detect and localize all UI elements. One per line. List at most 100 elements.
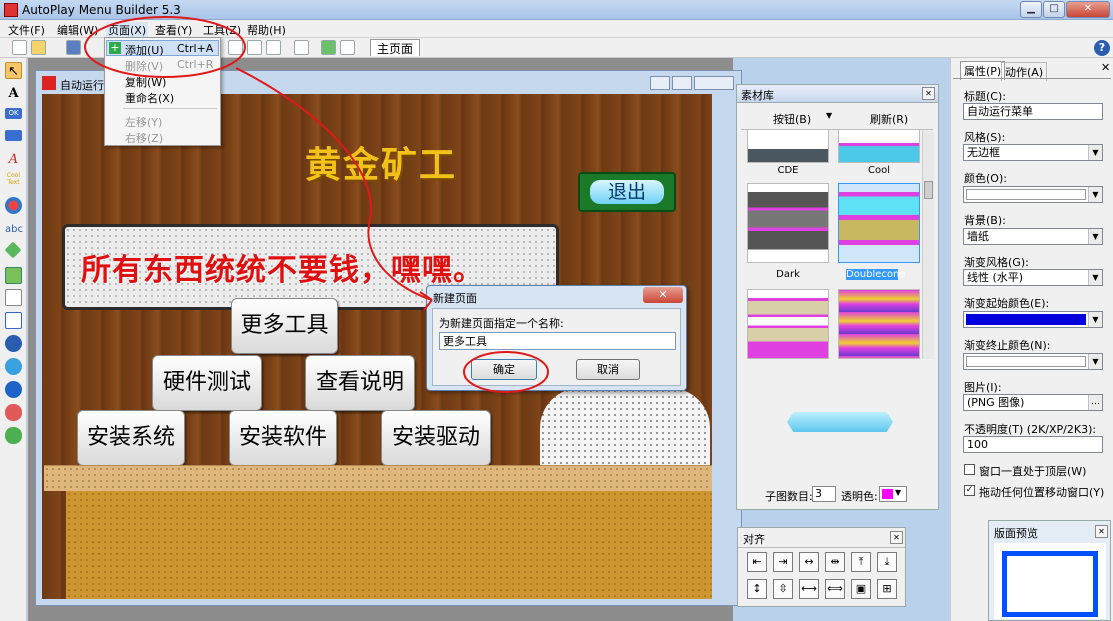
menu-page[interactable]: 页面(X) [106,22,149,38]
same-width-icon[interactable]: ⟷ [799,579,819,599]
menu-help[interactable]: 帮助(H) [247,22,286,38]
edit-icon[interactable] [294,40,309,55]
layout-preview-close-icon[interactable]: ✕ [1095,525,1108,538]
tab-main-page[interactable]: 主页面 [370,39,421,56]
material-thumb-doublecone[interactable] [838,183,920,263]
chevron-down-icon[interactable]: ▼ [1088,145,1102,160]
color-picker[interactable]: ▼ [963,186,1103,203]
transparent-color-picker[interactable]: ▼ [879,486,907,502]
cool-text-tool-icon[interactable]: Cool Text [5,172,22,189]
align-center-h-icon[interactable]: ↔ [799,552,819,572]
drag-move-checkbox[interactable]: ✓ [964,485,975,496]
stage-button-install-drivers[interactable]: 安装驱动 [381,410,491,466]
material-thumb-dark[interactable] [747,183,829,263]
layout-preview-canvas[interactable] [994,543,1106,619]
dialog-close-button[interactable]: ✕ [643,287,683,303]
center-page-icon[interactable]: ⊞ [877,579,897,599]
gradient-end-picker[interactable]: ▼ [963,353,1103,370]
stage-title[interactable]: 黄金矿工 [305,136,457,188]
link-tool-icon[interactable] [5,335,22,352]
chevron-down-icon[interactable]: ▼ [1088,354,1102,369]
miner-character[interactable] [540,388,710,466]
stage-table[interactable] [66,491,712,599]
chevron-down-icon[interactable]: ▼ [1088,270,1102,285]
stage-button-more-tools[interactable]: 更多工具 [231,298,338,354]
paste-icon[interactable] [266,40,281,55]
image-field[interactable]: (PNG 图像)… [963,394,1103,411]
text-tool-icon[interactable]: A [5,85,22,102]
dialog-cancel-button[interactable]: 取消 [576,359,640,380]
page-minimize-button[interactable] [650,76,670,90]
menu-edit[interactable]: 编辑(W) [57,22,98,38]
icon-tool-icon[interactable] [4,241,22,259]
abc-tool-icon[interactable]: abc [5,221,23,238]
align-space-v-icon[interactable]: ⇳ [773,579,793,599]
stage-button-view-readme[interactable]: 查看说明 [305,355,415,411]
menu-item-add[interactable]: 添加(U) [125,42,164,58]
media-tool-icon[interactable] [5,381,22,398]
align-left-icon[interactable]: ⇤ [747,552,767,572]
chat-tool-icon[interactable] [5,404,22,421]
menu-item-move-left[interactable]: 左移(Y) [125,114,162,130]
scroll-thumb[interactable] [924,181,933,199]
material-library-close-icon[interactable]: ✕ [922,87,935,100]
align-top-icon[interactable]: ⤒ [851,552,871,572]
browse-icon[interactable]: … [1088,395,1102,410]
style-select[interactable]: 无边框 ▼ [963,144,1103,161]
remove-page-icon[interactable] [340,40,355,55]
align-bottom-icon[interactable]: ⤓ [877,552,897,572]
close-button[interactable]: ✕ [1066,1,1110,18]
menu-item-delete[interactable]: 删除(V) [125,58,163,74]
gradient-start-picker[interactable]: ▼ [963,311,1103,328]
title-field[interactable]: 自动运行菜单 [963,103,1103,120]
chevron-down-icon[interactable]: ▼ [1088,229,1102,244]
shape-tool-icon[interactable] [5,197,22,214]
dialog-ok-button[interactable]: 确定 [471,359,537,380]
material-thumb-5[interactable] [747,289,829,359]
ok-button-tool-icon[interactable]: OK [5,108,22,119]
page-maximize-button[interactable] [672,76,692,90]
chevron-down-icon[interactable]: ▼ [1088,187,1102,202]
maximize-button[interactable]: □ [1043,1,1065,18]
background-select[interactable]: 墙纸 ▼ [963,228,1103,245]
minimize-button[interactable]: ▁ [1020,1,1042,18]
properties-close-icon[interactable]: ✕ [1101,61,1110,74]
menu-item-move-right[interactable]: 右移(Z) [125,130,163,146]
help-icon[interactable]: ? [1094,40,1110,56]
material-thumb-cde[interactable] [747,129,829,163]
gradient-style-select[interactable]: 线性 (水平) ▼ [963,269,1103,286]
page-name-input[interactable] [439,332,676,350]
stage-exit-button[interactable]: 退出 [578,172,676,212]
cut-icon[interactable] [247,40,262,55]
doc-tool-icon[interactable] [5,312,22,329]
align-middle-icon[interactable]: ↕ [747,579,767,599]
button-category-select[interactable]: 按钮(B) [773,111,811,127]
ie-tool-icon[interactable] [5,358,22,375]
menu-file[interactable]: 文件(F) [8,22,45,38]
stage-button-hardware-test[interactable]: 硬件测试 [152,355,262,411]
chevron-down-icon[interactable]: ▼ [1088,312,1102,327]
menu-item-rename[interactable]: 重命名(X) [125,90,174,106]
material-thumb-cool[interactable] [838,129,920,163]
button-tool-icon[interactable] [5,130,22,141]
material-thumb-6[interactable] [838,289,920,359]
refresh-button[interactable]: 刷新(R) [870,111,908,127]
stage-shelf[interactable] [44,465,712,491]
align-close-icon[interactable]: ✕ [890,531,903,544]
same-size-icon[interactable]: ▣ [851,579,871,599]
list-tool-icon[interactable] [5,289,22,306]
copy-icon[interactable] [228,40,243,55]
fancy-text-tool-icon[interactable]: A [5,151,22,168]
comment-tool-icon[interactable] [5,427,22,444]
sub-count-spinner[interactable]: 3 [812,486,836,502]
same-height-icon[interactable]: ⟺ [825,579,845,599]
always-on-top-checkbox[interactable] [964,464,975,475]
menu-item-copy[interactable]: 复制(W) [125,74,166,90]
page-close-button[interactable] [694,76,734,90]
opacity-spinner[interactable]: 100 [963,436,1103,453]
arrow-tool-icon[interactable]: ↖ [5,62,22,79]
save-icon[interactable] [66,40,81,55]
add-page-icon[interactable] [321,40,336,55]
image-tool-icon[interactable] [5,267,22,284]
stage-button-install-software[interactable]: 安装软件 [229,410,337,466]
